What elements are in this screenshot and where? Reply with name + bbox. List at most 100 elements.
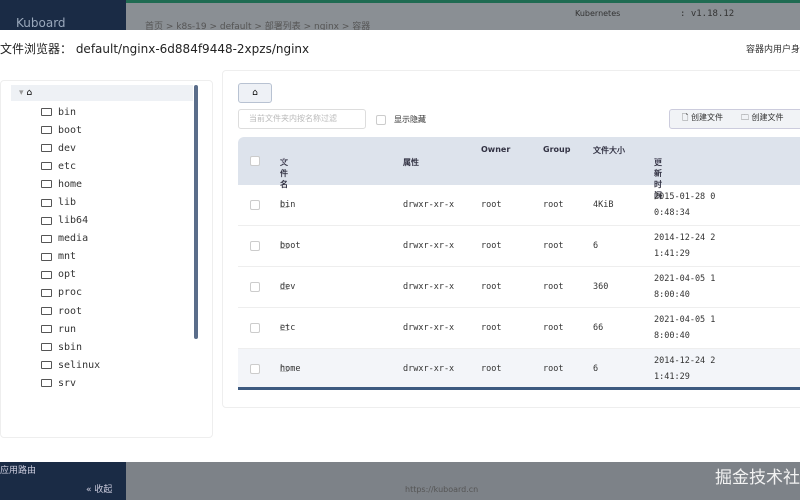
tree-item[interactable]: sbin — [41, 338, 100, 356]
create-folder-label: 创建文件 — [751, 113, 784, 122]
attr-cell: drwxr-xr-x — [403, 323, 455, 333]
show-hidden-checkbox[interactable] — [376, 114, 386, 125]
size-cell: 66 — [593, 323, 604, 333]
size-cell: 6 — [593, 364, 599, 374]
row-checkbox[interactable] — [250, 241, 260, 251]
tree-item-label: proc — [58, 287, 83, 299]
tree-item-label: run — [58, 323, 77, 335]
select-all-checkbox[interactable] — [250, 156, 260, 166]
attr-cell: drwxr-xr-x — [403, 282, 455, 292]
tree-item[interactable]: media — [41, 230, 100, 248]
mtime-line1: 2014-12-24 2 — [654, 356, 716, 366]
tree-item[interactable]: root — [41, 302, 100, 320]
sidebar-item-ingress[interactable]: 应用路由 — [0, 463, 36, 476]
version-label: Kubernetes — [575, 9, 621, 18]
row-checkbox[interactable] — [250, 364, 260, 374]
col-size[interactable]: 文件大小 — [593, 145, 625, 156]
row-checkbox[interactable] — [250, 200, 260, 210]
tree-item[interactable]: lib — [41, 193, 100, 211]
mtime-line1: 2015-01-28 0 — [654, 192, 716, 202]
tree-item[interactable]: boot — [41, 121, 100, 139]
folder-icon — [41, 180, 52, 189]
folder-icon: 🗀 — [740, 113, 749, 122]
group-cell: root — [543, 200, 564, 210]
tree-item-label: selinux — [58, 359, 101, 371]
file-panel: ⌂ 当前文件夹内按名称过滤 显示隐藏 🗋 创建文件 🗀 创建文件 文件名 ⇕ 属… — [222, 70, 800, 408]
row-checkbox[interactable] — [250, 282, 260, 292]
caret-down-icon: ▾ — [19, 88, 24, 98]
folder-icon — [41, 379, 52, 388]
container-user-label[interactable]: 容器内用户身 — [746, 42, 800, 55]
home-icon: ⌂ — [26, 88, 33, 98]
tree-item[interactable]: etc — [41, 157, 100, 175]
col-group[interactable]: Group — [543, 145, 570, 154]
tree-item-label: lib64 — [58, 215, 89, 227]
table-header: 文件名 ⇕ 属性 Owner Group 文件大小 更新时间 ⇕ — [238, 137, 800, 200]
tree-scrollbar[interactable] — [194, 85, 198, 339]
tree-item-label: bin — [58, 106, 77, 118]
mtime-line1: 2014-12-24 2 — [654, 233, 716, 243]
folder-icon — [41, 307, 52, 316]
mtime-line2: 1:41:29 — [654, 372, 690, 382]
owner-cell: root — [481, 323, 502, 333]
col-owner[interactable]: Owner — [481, 145, 510, 154]
folder-icon — [41, 252, 52, 261]
folder-icon — [41, 108, 52, 117]
tree-item-label: srv — [58, 377, 77, 389]
folder-icon — [41, 325, 52, 334]
collapse-button[interactable]: « 收起 — [86, 482, 112, 495]
tree-item[interactable]: srv — [41, 374, 100, 392]
tree-item[interactable]: proc — [41, 284, 100, 302]
tree-item[interactable]: bin — [41, 103, 100, 121]
footer-url[interactable]: https://kuboard.cn — [405, 485, 478, 494]
table-row[interactable]: 🗀 etc drwxr-xr-x root root 66 2021-04-05… — [238, 308, 800, 349]
version-value: : v1.18.12 — [680, 9, 735, 19]
tree-item[interactable]: lib64 — [41, 212, 100, 230]
folder-icon — [41, 162, 52, 171]
tree-item-label: dev — [58, 142, 77, 154]
tree-item-label: root — [58, 305, 83, 317]
folder-icon — [41, 126, 52, 135]
create-folder-button[interactable]: 🗀 创建文件 — [741, 112, 784, 126]
size-cell: 6 — [593, 241, 599, 251]
tree-item[interactable]: dev — [41, 139, 100, 157]
tree-root[interactable]: ▾ ⌂ — [11, 85, 193, 101]
row-checkbox[interactable] — [250, 323, 260, 333]
folder-icon — [41, 234, 52, 243]
watermark: 掘金技术社 — [715, 468, 800, 488]
tree-item-label: lib — [58, 197, 77, 209]
table-row[interactable]: 🗀 home drwxr-xr-x root root 6 2014-12-24… — [238, 349, 800, 390]
size-cell: 4KiB — [593, 200, 614, 210]
folder-tree: ▾ ⌂ bin boot dev etc home lib lib64 media mnt opt… — [0, 80, 213, 438]
mtime-line2: 1:41:29 — [654, 249, 690, 259]
file-icon: 🗋 — [682, 113, 689, 122]
attr-cell: drwxr-xr-x — [403, 364, 455, 374]
tree-item-label: sbin — [58, 341, 83, 353]
tree-item-label: mnt — [58, 251, 77, 263]
create-file-button[interactable]: 🗋 创建文件 — [682, 112, 723, 126]
mtime-line1: 2021-04-05 1 — [654, 274, 716, 284]
create-file-label: 创建文件 — [690, 113, 723, 122]
tree-item-label: boot — [58, 124, 83, 136]
tree-item-label: opt — [58, 269, 77, 281]
folder-icon — [41, 361, 52, 370]
folder-icon — [41, 343, 52, 352]
table-row[interactable]: 🗀 dev drwxr-xr-x root root 360 2021-04-0… — [238, 267, 800, 308]
tree-item[interactable]: opt — [41, 266, 100, 284]
file-browser-dialog: 文件浏览器： default/nginx-6d884f9448-2xpzs/ng… — [0, 30, 800, 462]
tree-item[interactable]: mnt — [41, 248, 100, 266]
attr-cell: drwxr-xr-x — [403, 241, 455, 251]
mtime-line2: 8:00:40 — [654, 290, 690, 300]
table-row[interactable]: 🗀 bin drwxr-xr-x root root 4KiB 2015-01-… — [238, 185, 800, 226]
brand: Kuboard — [16, 16, 66, 30]
tree-item[interactable]: selinux — [41, 356, 100, 374]
tree-item[interactable]: run — [41, 320, 100, 338]
tree-item[interactable]: home — [41, 175, 100, 193]
home-button[interactable]: ⌂ — [238, 83, 272, 103]
filter-input[interactable]: 当前文件夹内按名称过滤 — [238, 109, 366, 129]
group-cell: root — [543, 282, 564, 292]
owner-cell: root — [481, 241, 502, 251]
mtime-line2: 8:00:40 — [654, 331, 690, 341]
table-row[interactable]: 🗀 boot drwxr-xr-x root root 6 2014-12-24… — [238, 226, 800, 267]
owner-cell: root — [481, 282, 502, 292]
